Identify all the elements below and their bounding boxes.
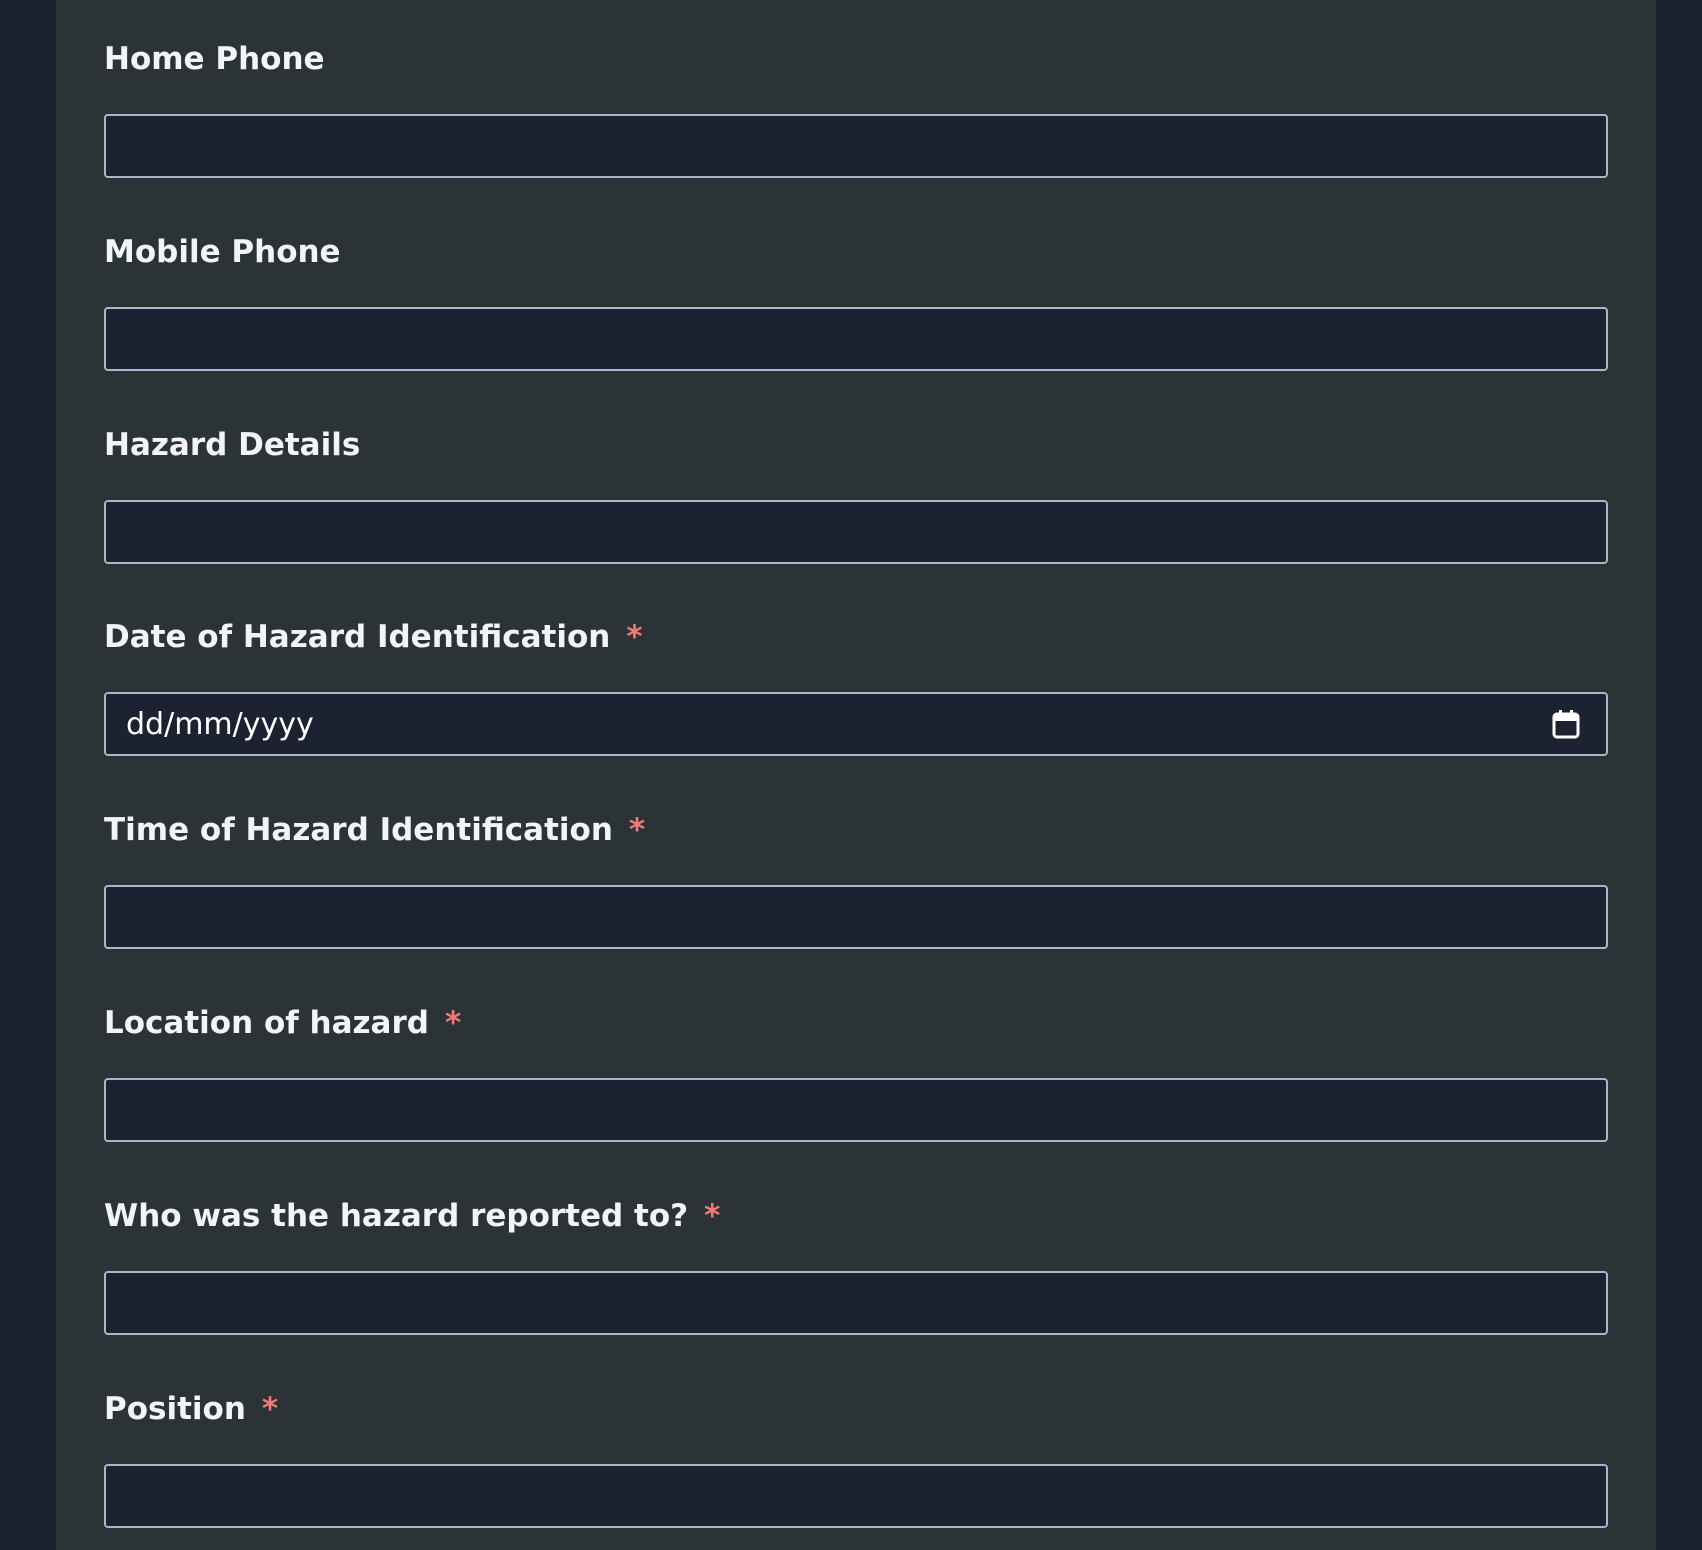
- required-marker: *: [628, 812, 646, 848]
- hazard-location-label-text: Location of hazard: [104, 1005, 429, 1041]
- home-phone-field: Home Phone: [104, 30, 1608, 178]
- home-phone-input[interactable]: [104, 114, 1608, 178]
- hazard-details-field: Hazard Details: [104, 416, 1608, 564]
- position-label-text: Position: [104, 1391, 246, 1427]
- hazard-time-label-text: Time of Hazard Identification: [104, 812, 613, 848]
- hazard-location-label: Location of hazard *: [104, 994, 461, 1052]
- hazard-location-field: Location of hazard *: [104, 994, 1608, 1142]
- position-input[interactable]: [104, 1464, 1608, 1528]
- position-label: Position *: [104, 1380, 278, 1438]
- required-marker: *: [444, 1005, 462, 1041]
- mobile-phone-input[interactable]: [104, 307, 1608, 371]
- date-picker: [104, 692, 1608, 756]
- hazard-date-label-text: Date of Hazard Identification: [104, 619, 611, 655]
- required-marker: *: [261, 1391, 279, 1427]
- required-marker: *: [704, 1198, 721, 1234]
- hazard-date-label: Date of Hazard Identification *: [104, 608, 643, 666]
- hazard-date-input[interactable]: [104, 692, 1608, 756]
- hazard-details-label: Hazard Details: [104, 416, 360, 474]
- reported-to-field: Who was the hazard reported to? *: [104, 1187, 1608, 1335]
- hazard-location-input[interactable]: [104, 1078, 1608, 1142]
- reported-to-input[interactable]: [104, 1271, 1608, 1335]
- home-phone-label: Home Phone: [104, 30, 325, 88]
- hazard-details-label-text: Hazard Details: [104, 427, 361, 463]
- form-panel: Home Phone Mobile Phone Hazard Details D…: [56, 0, 1656, 1550]
- hazard-time-input[interactable]: [104, 885, 1608, 949]
- hazard-date-field: Date of Hazard Identification *: [104, 608, 1608, 756]
- reported-to-label-text: Who was the hazard reported to?: [104, 1198, 689, 1234]
- mobile-phone-field: Mobile Phone: [104, 223, 1608, 371]
- home-phone-label-text: Home Phone: [104, 41, 325, 77]
- hazard-time-field: Time of Hazard Identification *: [104, 801, 1608, 949]
- mobile-phone-label-text: Mobile Phone: [104, 234, 341, 270]
- hazard-details-input[interactable]: [104, 500, 1608, 564]
- calendar-icon[interactable]: [1552, 709, 1580, 739]
- position-field: Position *: [104, 1380, 1608, 1528]
- required-marker: *: [626, 619, 643, 655]
- mobile-phone-label: Mobile Phone: [104, 223, 341, 281]
- reported-to-label: Who was the hazard reported to? *: [104, 1187, 720, 1245]
- hazard-time-label: Time of Hazard Identification *: [104, 801, 645, 859]
